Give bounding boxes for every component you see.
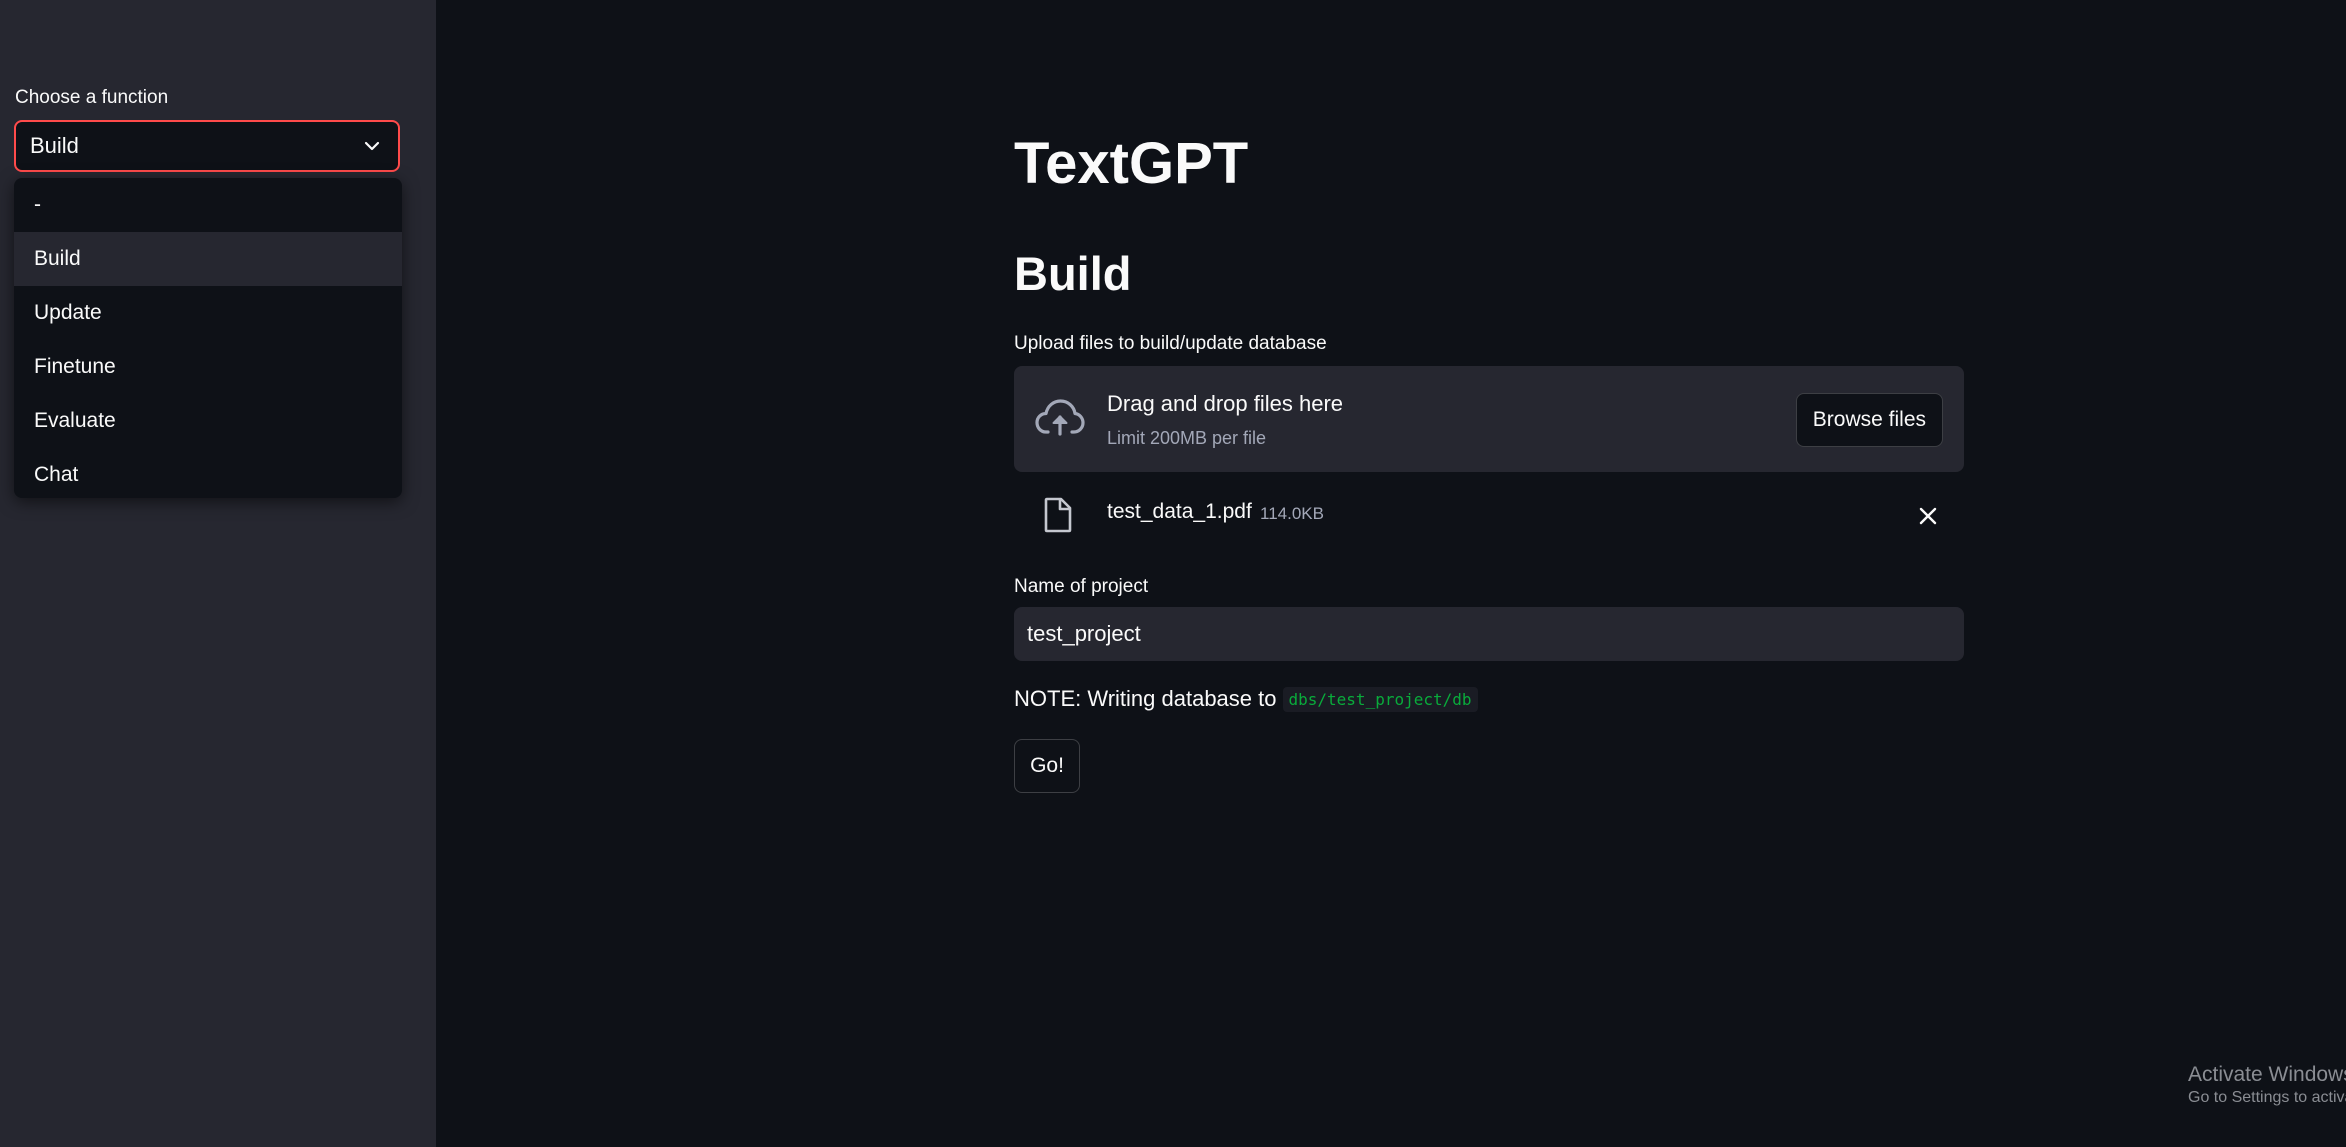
- chevron-down-icon[interactable]: [362, 136, 382, 156]
- dropzone-limit: Limit 200MB per file: [1107, 428, 1267, 448]
- project-name-input[interactable]: [1014, 607, 1964, 661]
- watermark-title: Activate Windows: [2188, 1063, 2346, 1086]
- close-icon[interactable]: [1916, 504, 1940, 528]
- database-note-text: NOTE: Writing database to: [1014, 686, 1277, 711]
- uploaded-file-name: test_data_1.pdf: [1107, 500, 1252, 523]
- cloud-upload-icon: [1035, 396, 1085, 440]
- browse-files-button[interactable]: Browse files: [1795, 393, 1943, 447]
- app-root: Choose a function Build - Build Update F…: [0, 0, 2346, 1147]
- sidebar: Choose a function Build - Build Update F…: [0, 0, 436, 1147]
- function-dropdown-menu: - Build Update Finetune Evaluate Chat: [14, 178, 402, 498]
- go-button[interactable]: Go!: [1014, 739, 1080, 793]
- database-note: NOTE: Writing database to dbs/test_proje…: [1014, 686, 1478, 712]
- function-select-value: Build: [30, 133, 79, 158]
- function-select[interactable]: Build: [14, 120, 400, 172]
- dropdown-option-update[interactable]: Update: [14, 286, 402, 340]
- dropdown-option-none[interactable]: -: [14, 178, 402, 232]
- windows-activation-watermark: Activate Windows Go to Settings to activ…: [2188, 1063, 2346, 1107]
- uploaded-file-size: 114.0KB: [1260, 504, 1324, 523]
- watermark-subtitle: Go to Settings to activate Windows.: [2188, 1089, 2346, 1106]
- dropdown-option-finetune[interactable]: Finetune: [14, 340, 402, 394]
- file-icon: [1043, 497, 1073, 533]
- dropdown-option-evaluate[interactable]: Evaluate: [14, 394, 402, 448]
- function-select-label: Choose a function: [15, 87, 169, 108]
- uploaded-file-row: test_data_1.pdf 114.0KB: [1014, 492, 1964, 540]
- database-path-code: dbs/test_project/db: [1282, 686, 1478, 712]
- upload-label: Upload files to build/update database: [1014, 333, 1327, 354]
- project-name-label: Name of project: [1014, 576, 1149, 597]
- page-title: TextGPT: [1014, 131, 1249, 196]
- section-title: Build: [1014, 247, 1132, 300]
- dropdown-option-chat[interactable]: Chat: [14, 448, 402, 498]
- file-dropzone[interactable]: Drag and drop files here Limit 200MB per…: [1014, 366, 1964, 472]
- dropdown-option-build[interactable]: Build: [14, 232, 402, 286]
- dropzone-instruction: Drag and drop files here: [1107, 391, 1344, 416]
